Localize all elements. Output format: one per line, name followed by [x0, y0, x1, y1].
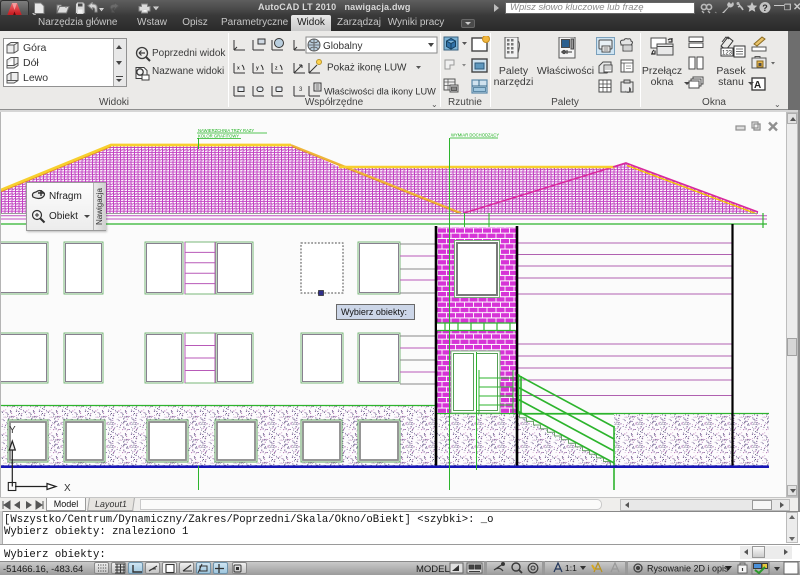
svg-text:Rysowanie 2D i opis: Rysowanie 2D i opis [647, 564, 729, 574]
svg-text:NAWIERZCHNIA TRZY RAZY: NAWIERZCHNIA TRZY RAZY [198, 128, 254, 133]
svg-text:z: z [275, 66, 278, 72]
svg-text:1:1: 1:1 [565, 563, 577, 573]
svg-text:X: X [64, 483, 71, 494]
svg-text:y: y [256, 66, 259, 72]
svg-text:Globalny: Globalny [323, 41, 362, 52]
svg-text:Dół: Dół [23, 57, 39, 69]
svg-text:x: x [237, 66, 240, 72]
svg-text:3: 3 [299, 87, 303, 93]
svg-text:123: 123 [722, 51, 733, 57]
svg-text:WYMIAR DOCHODZĄCY: WYMIAR DOCHODZĄCY [451, 133, 499, 138]
svg-text:Góra: Góra [23, 42, 47, 54]
svg-text:?: ? [762, 3, 768, 13]
svg-text:KOLOR GRAFITOWY: KOLOR GRAFITOWY [198, 134, 239, 139]
svg-text:Pokaż ikonę LUW: Pokaż ikonę LUW [327, 63, 407, 74]
svg-text:Właściwości dla ikony LUW: Właściwości dla ikony LUW [324, 87, 436, 97]
svg-text:A: A [754, 80, 761, 91]
svg-text:Y: Y [9, 425, 16, 436]
svg-text:Lewo: Lewo [23, 72, 48, 84]
